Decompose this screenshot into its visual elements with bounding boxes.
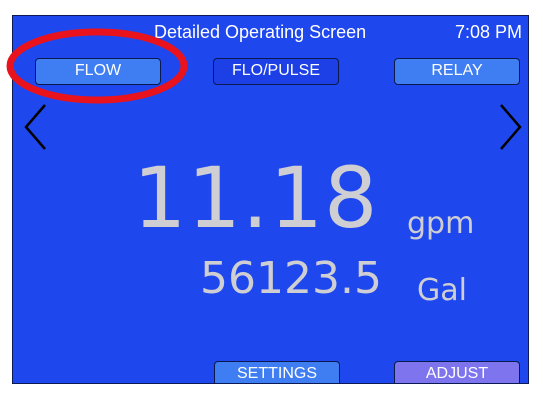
- operating-screen: Detailed Operating Screen 7:08 PM FLOW F…: [12, 15, 529, 384]
- relay-button[interactable]: RELAY: [394, 58, 520, 85]
- chevron-left-icon[interactable]: [23, 103, 49, 156]
- settings-button[interactable]: SETTINGS: [214, 361, 340, 383]
- screen-title: Detailed Operating Screen: [154, 22, 367, 42]
- clock-display: 7:08 PM: [454, 22, 522, 42]
- title-bar: Detailed Operating Screen 7:08 PM: [13, 16, 528, 48]
- chevron-right-icon[interactable]: [497, 103, 523, 156]
- flow-rate-value: 11.18: [133, 149, 379, 247]
- flow-rate-unit: gpm: [407, 206, 475, 241]
- adjust-button[interactable]: ADJUST: [394, 361, 520, 383]
- flo-pulse-button[interactable]: FLO/PULSE: [213, 58, 339, 85]
- total-unit: Gal: [417, 273, 467, 308]
- total-value: 56123.5: [200, 253, 382, 304]
- flow-button[interactable]: FLOW: [35, 58, 161, 85]
